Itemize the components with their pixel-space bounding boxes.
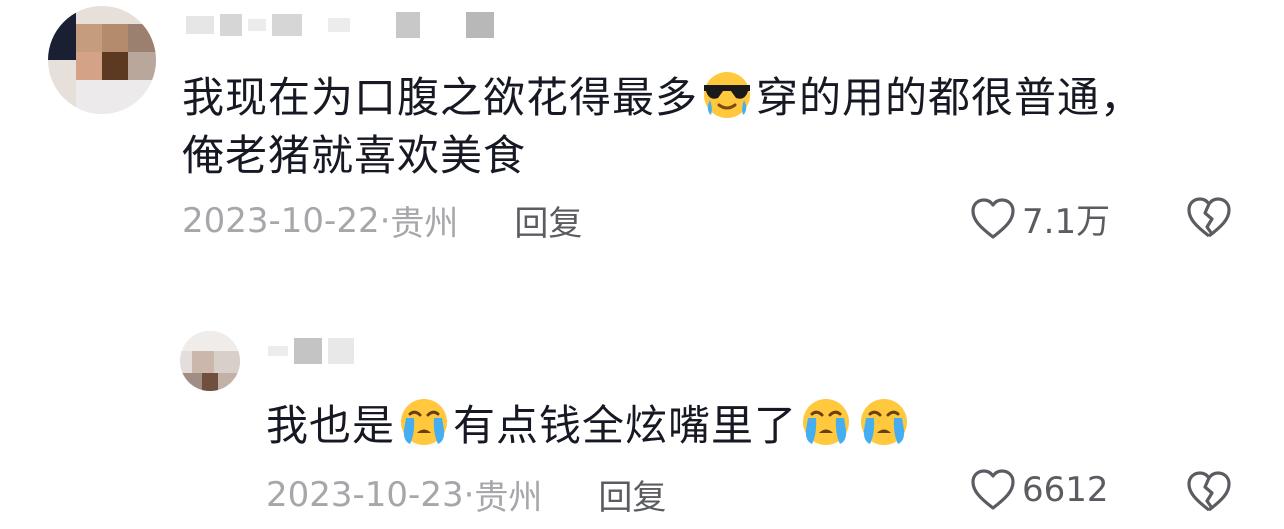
comment-location: 贵州 — [390, 204, 459, 244]
like-count: 6612 — [1022, 470, 1109, 510]
cool-crying-emoji-icon — [704, 72, 751, 118]
like-button[interactable]: 7.1万 — [970, 194, 1110, 243]
comment-text-part: 我现在为口腹之欲花得最多 — [182, 73, 699, 122]
reply-button[interactable]: 回复 — [598, 470, 666, 519]
comment-text-part: 穿的用的都很普通， — [756, 73, 1144, 122]
comment-text: 我现在为口腹之欲花得最多 穿的用的都很普通， 俺老猪就喜欢美食 — [182, 68, 1143, 185]
comment-text-part: 有点钱全炫嘴里了 — [453, 401, 798, 450]
comment-date: 2023-10-22 — [182, 200, 380, 241]
comment-location: 贵州 — [474, 478, 543, 518]
avatar[interactable] — [48, 6, 156, 114]
username-blurred[interactable] — [186, 12, 494, 38]
comment-text-part: 俺老猪就喜欢美食 — [182, 131, 527, 180]
comment-text-part: 我也是 — [266, 401, 396, 450]
heart-icon — [971, 197, 1015, 239]
like-count: 7.1万 — [1022, 202, 1111, 242]
username-blurred[interactable] — [268, 338, 354, 364]
heart-icon — [971, 469, 1015, 510]
comment-meta: 2023-10-22 · 贵州 回复 — [182, 196, 582, 245]
separator: · — [463, 474, 475, 515]
broken-heart-icon[interactable] — [1185, 470, 1233, 514]
like-button[interactable]: 6612 — [970, 468, 1109, 512]
comment-text: 我也是 有点钱全炫嘴里了 — [266, 396, 913, 455]
comment-date: 2023-10-23 — [266, 474, 464, 515]
avatar[interactable] — [180, 331, 240, 391]
comment-meta: 2023-10-23 · 贵州 回复 — [266, 470, 666, 519]
broken-heart-icon[interactable] — [1185, 196, 1233, 240]
crying-emoji-icon — [401, 399, 448, 445]
reply-button[interactable]: 回复 — [514, 196, 582, 245]
crying-emoji-icon — [861, 399, 908, 445]
separator: · — [379, 200, 391, 241]
crying-emoji-icon — [803, 399, 850, 445]
